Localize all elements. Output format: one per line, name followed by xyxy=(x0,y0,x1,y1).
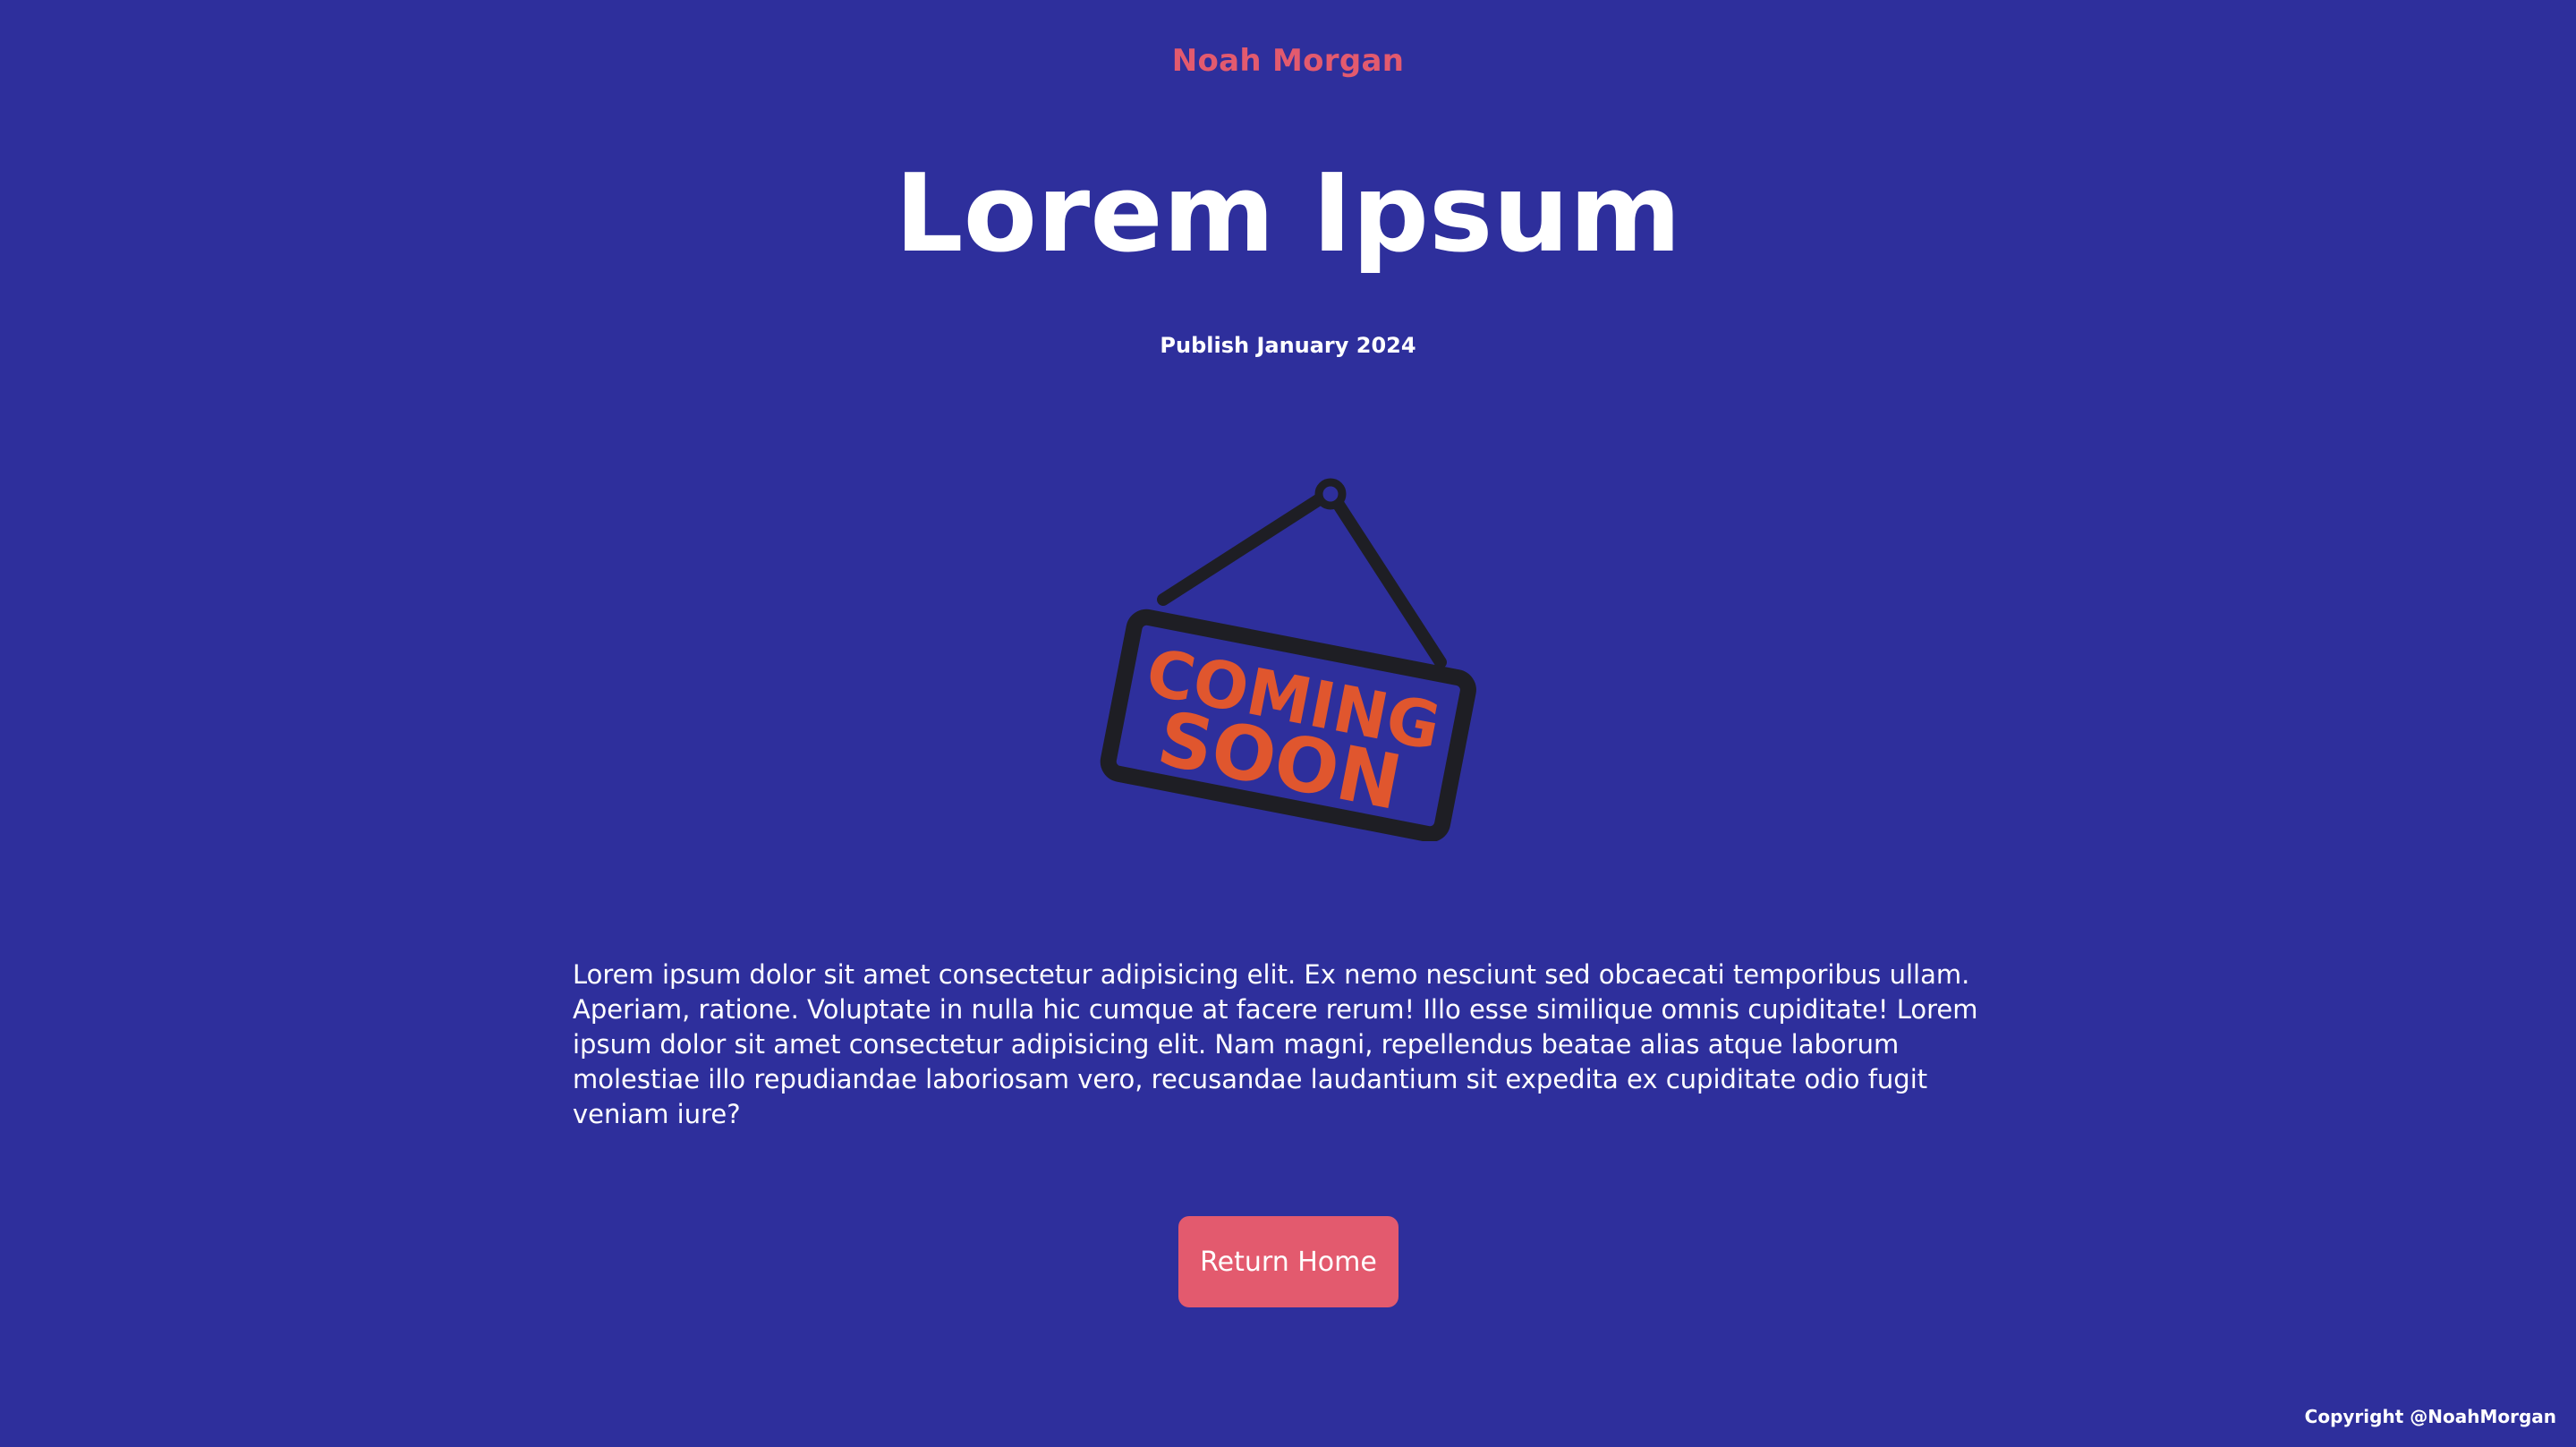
copyright-text: Copyright @NoahMorgan xyxy=(2304,1406,2556,1427)
coming-soon-sign-icon: COMING SOON xyxy=(1092,474,1485,841)
return-home-button[interactable]: Return Home xyxy=(1178,1216,1399,1307)
body-paragraph: Lorem ipsum dolor sit amet consectetur a… xyxy=(573,959,1978,1129)
page-title: Lorem Ipsum xyxy=(895,152,1681,277)
publish-date: Publish January 2024 xyxy=(1160,333,1416,358)
brand-name: Noah Morgan xyxy=(1171,43,1405,79)
